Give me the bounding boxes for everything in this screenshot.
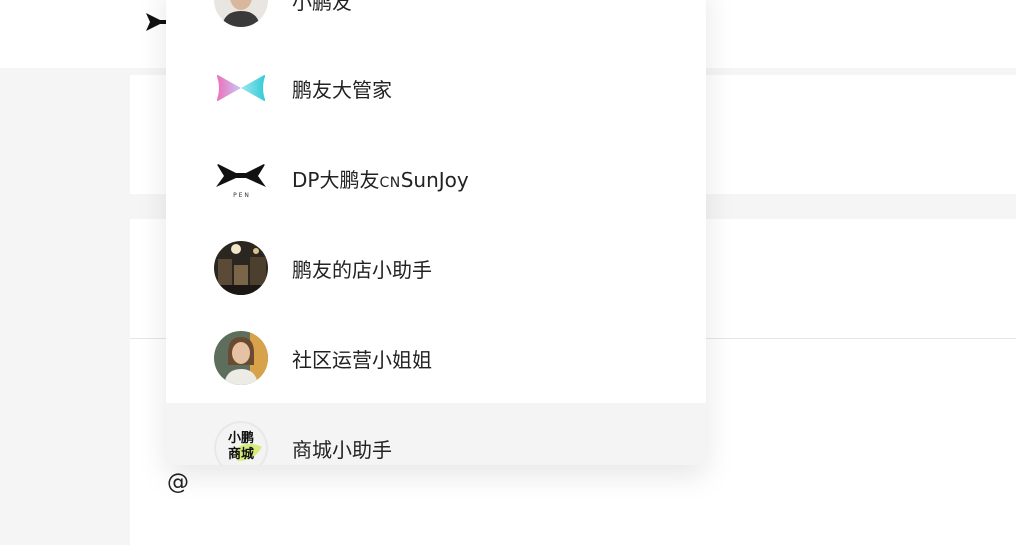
mention-item[interactable]: 鹏友的店小助手 <box>166 223 706 313</box>
mention-item[interactable]: 小鹏友 <box>166 0 706 45</box>
gradient-bow-logo-avatar <box>214 61 268 115</box>
avatar-text: 小鹏 <box>227 431 254 446</box>
comment-input-text[interactable]: @ <box>167 470 189 495</box>
mention-item-label: 鹏友的店小助手 <box>292 257 432 282</box>
person-photo-avatar <box>214 0 268 27</box>
mall-logo-avatar: 小鹏 商城 <box>214 421 268 465</box>
shop-interior-photo-avatar <box>214 241 268 295</box>
mention-suggestion-dropdown[interactable]: 小鹏友 鹏友大管家 P E N DP大鹏友CNSunJoy 鹏友的店小助手 社区… <box>166 0 706 465</box>
xpeng-logo-avatar: P E N <box>214 151 268 205</box>
avatar-caption: P E N <box>233 192 249 199</box>
mention-item[interactable]: 鹏友大管家 <box>166 43 706 133</box>
avatar-text: 商城 <box>227 447 254 462</box>
mention-item-label: 鹏友大管家 <box>292 77 392 102</box>
mention-item-label: 小鹏友 <box>292 0 352 14</box>
mention-item-label: 社区运营小姐姐 <box>292 347 432 372</box>
mention-item-label: DP大鹏友CNSunJoy <box>292 167 469 192</box>
mention-item-label: 商城小助手 <box>292 437 392 462</box>
mention-item-selected[interactable]: 小鹏 商城 商城小助手 <box>166 403 706 465</box>
mention-item[interactable]: P E N DP大鹏友CNSunJoy <box>166 133 706 223</box>
mention-item[interactable]: 社区运营小姐姐 <box>166 313 706 403</box>
woman-portrait-avatar <box>214 331 268 385</box>
